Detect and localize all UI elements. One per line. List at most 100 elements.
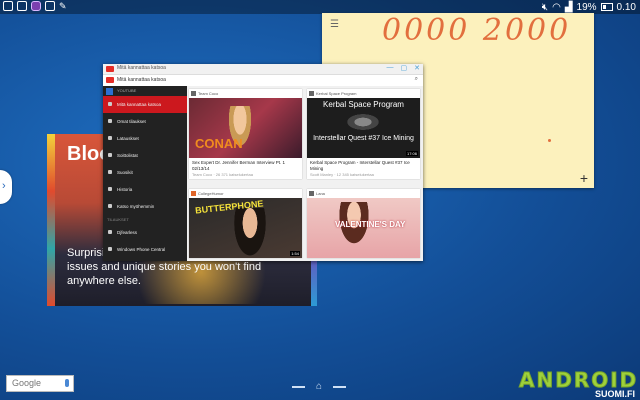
home-icon[interactable]: ⌂	[316, 382, 322, 392]
channel-avatar	[191, 91, 196, 96]
sidebar-item-subscriptions[interactable]: Omat tilaukset	[103, 113, 187, 130]
channel-name: Team Coco	[198, 91, 219, 96]
sidebar-sub-wpcentral[interactable]: Windows Phone Central	[103, 241, 187, 258]
youtube-window[interactable]: Mitä kannattaa katsoa — ▢ ✕ Mitä kannatt…	[103, 64, 423, 261]
gallery-icon	[17, 1, 27, 11]
home-icon	[108, 102, 112, 106]
sidebar-item-label: Suosikit	[117, 170, 133, 175]
clock-icon	[108, 204, 112, 208]
history-icon	[108, 187, 112, 191]
battery-percent: 19%	[576, 1, 597, 13]
minimize-icon[interactable]: —	[387, 64, 394, 72]
close-icon[interactable]: ✕	[414, 64, 420, 72]
sidebar-item-label: Djfearless	[117, 230, 138, 235]
thumbnail-text: Kerbal Space Program	[323, 100, 404, 109]
search-icon[interactable]: ⌕	[415, 76, 418, 83]
sidebar-item-playlists[interactable]: Soittolistat	[103, 147, 187, 164]
sidebar-item-what-to-watch[interactable]: Mitä kannattaa katsoa	[103, 96, 187, 113]
battery-icon	[600, 3, 613, 11]
card-channel: Lana	[307, 189, 420, 198]
screenshot-icon	[3, 1, 13, 11]
channel-avatar	[309, 191, 314, 196]
thumbnail-spacecraft	[343, 112, 383, 132]
pen-icon: ✎	[59, 1, 67, 11]
video-card[interactable]: CollegeHumor BUTTERPHONE 1:54	[189, 189, 302, 258]
window-title: Mitä kannattaa katsoa	[117, 65, 166, 71]
channel-name: Kerbal Space Program	[316, 91, 357, 96]
star-icon	[108, 170, 112, 174]
video-thumbnail[interactable]: Kerbal Space Program Interstellar Quest …	[307, 98, 420, 158]
app-notification-icon	[31, 1, 41, 11]
video-feed: Team Coco CONAN Sex Expert Dr. Jennifer …	[187, 86, 423, 261]
playlist-icon	[108, 153, 112, 157]
video-title[interactable]: Kerbal Space Program - Interstellar Ques…	[307, 158, 420, 171]
add-button[interactable]: +	[580, 170, 588, 186]
sidebar-sub-djfearless[interactable]: Djfearless	[103, 224, 187, 241]
channel-name: CollegeHumor	[198, 191, 224, 196]
sidebar-header-label: YOUTUBE	[117, 88, 137, 93]
thumbnail-subtext: Interstellar Quest #37 Ice Mining	[313, 135, 414, 142]
google-search-widget[interactable]: Google	[6, 375, 74, 392]
sidebar-item-label: Mitä kannattaa katsoa	[117, 102, 162, 107]
mute-icon: 🔇︎	[541, 1, 549, 13]
clock: 0.10	[616, 1, 636, 13]
youtube-app-icon[interactable]	[106, 77, 114, 83]
upload-icon	[108, 136, 112, 140]
sidebar-section-title: TILAUKSET	[107, 217, 129, 222]
handwritten-text: 0000 2000	[382, 13, 572, 48]
video-meta: Team Coco · 26 371 katselukertaa	[192, 172, 253, 177]
youtube-logo-icon	[106, 66, 114, 72]
navigation-bar: ⌂	[292, 382, 347, 392]
channel-name: Lana	[316, 191, 325, 196]
video-card[interactable]: Kerbal Space Program Kerbal Space Progra…	[307, 89, 420, 179]
card-channel: Kerbal Space Program	[307, 89, 420, 98]
sidebar-item-favorites[interactable]: Suosikit	[103, 164, 187, 181]
recent-apps-button[interactable]	[333, 386, 347, 388]
account-icon	[106, 88, 113, 95]
youtube-sidebar: YOUTUBE Mitä kannattaa katsoa Omat tilau…	[103, 86, 187, 261]
signal-icon: ▟	[564, 1, 573, 13]
video-meta: Scott Manley · 12 345 katselukertaa	[310, 172, 374, 177]
wifi-icon: ◠	[552, 1, 561, 13]
microphone-icon[interactable]	[65, 379, 69, 387]
channel-avatar	[108, 230, 112, 234]
sidebar-item-label: Soittolistat	[117, 153, 138, 158]
document-icon	[45, 1, 55, 11]
sidebar-item-label: Katso myöhemmin	[117, 204, 155, 209]
window-titlebar[interactable]: Mitä kannattaa katsoa — ▢ ✕	[103, 64, 423, 75]
watermark: ANDROID SUOMI.FI	[519, 368, 637, 400]
video-card[interactable]: Lana VALENTINE'S DAY	[307, 189, 420, 258]
sidebar-item-label: Windows Phone Central	[117, 247, 166, 252]
back-button[interactable]	[292, 386, 305, 388]
card-channel: CollegeHumor	[189, 189, 302, 198]
google-label: Google	[12, 378, 42, 388]
video-card[interactable]: Team Coco CONAN Sex Expert Dr. Jennifer …	[189, 89, 302, 179]
sidebar-item-uploads[interactable]: Latauskset	[103, 130, 187, 147]
sidebar-item-label: Latauskset	[117, 136, 139, 141]
maximize-icon[interactable]: ▢	[401, 64, 408, 72]
thumbnail-text: CONAN	[195, 136, 243, 151]
sidebar-item-label: Historia	[117, 187, 133, 192]
multiwindow-tray-handle[interactable]: ›	[0, 170, 12, 204]
channel-avatar	[191, 191, 196, 196]
channel-avatar	[309, 91, 314, 96]
subscriptions-icon	[108, 119, 112, 123]
sidebar-item-history[interactable]: Historia	[103, 181, 187, 198]
channel-avatar	[108, 247, 112, 251]
video-duration: 17:06	[405, 151, 418, 156]
sidebar-item-label: Omat tilaukset	[117, 119, 146, 124]
video-thumbnail[interactable]: CONAN	[189, 98, 302, 158]
section-title: Mitä kannattaa katsoa	[117, 77, 166, 83]
video-title[interactable]: Sex Expert Dr. Jennifer Berman Interview…	[189, 158, 302, 171]
color-stripe	[47, 134, 55, 306]
notification-icons: ✎	[3, 1, 69, 11]
ink-dot	[548, 139, 551, 142]
sidebar-item-watch-later[interactable]: Katso myöhemmin	[103, 198, 187, 215]
card-channel: Team Coco	[189, 89, 302, 98]
menu-icon[interactable]: ☰	[330, 19, 339, 30]
video-thumbnail[interactable]: VALENTINE'S DAY	[307, 198, 420, 258]
thumbnail-person	[233, 208, 267, 258]
thumbnail-text: VALENTINE'S DAY	[335, 220, 406, 229]
video-thumbnail[interactable]: BUTTERPHONE 1:54	[189, 198, 302, 258]
chevron-right-icon: ›	[2, 180, 6, 192]
